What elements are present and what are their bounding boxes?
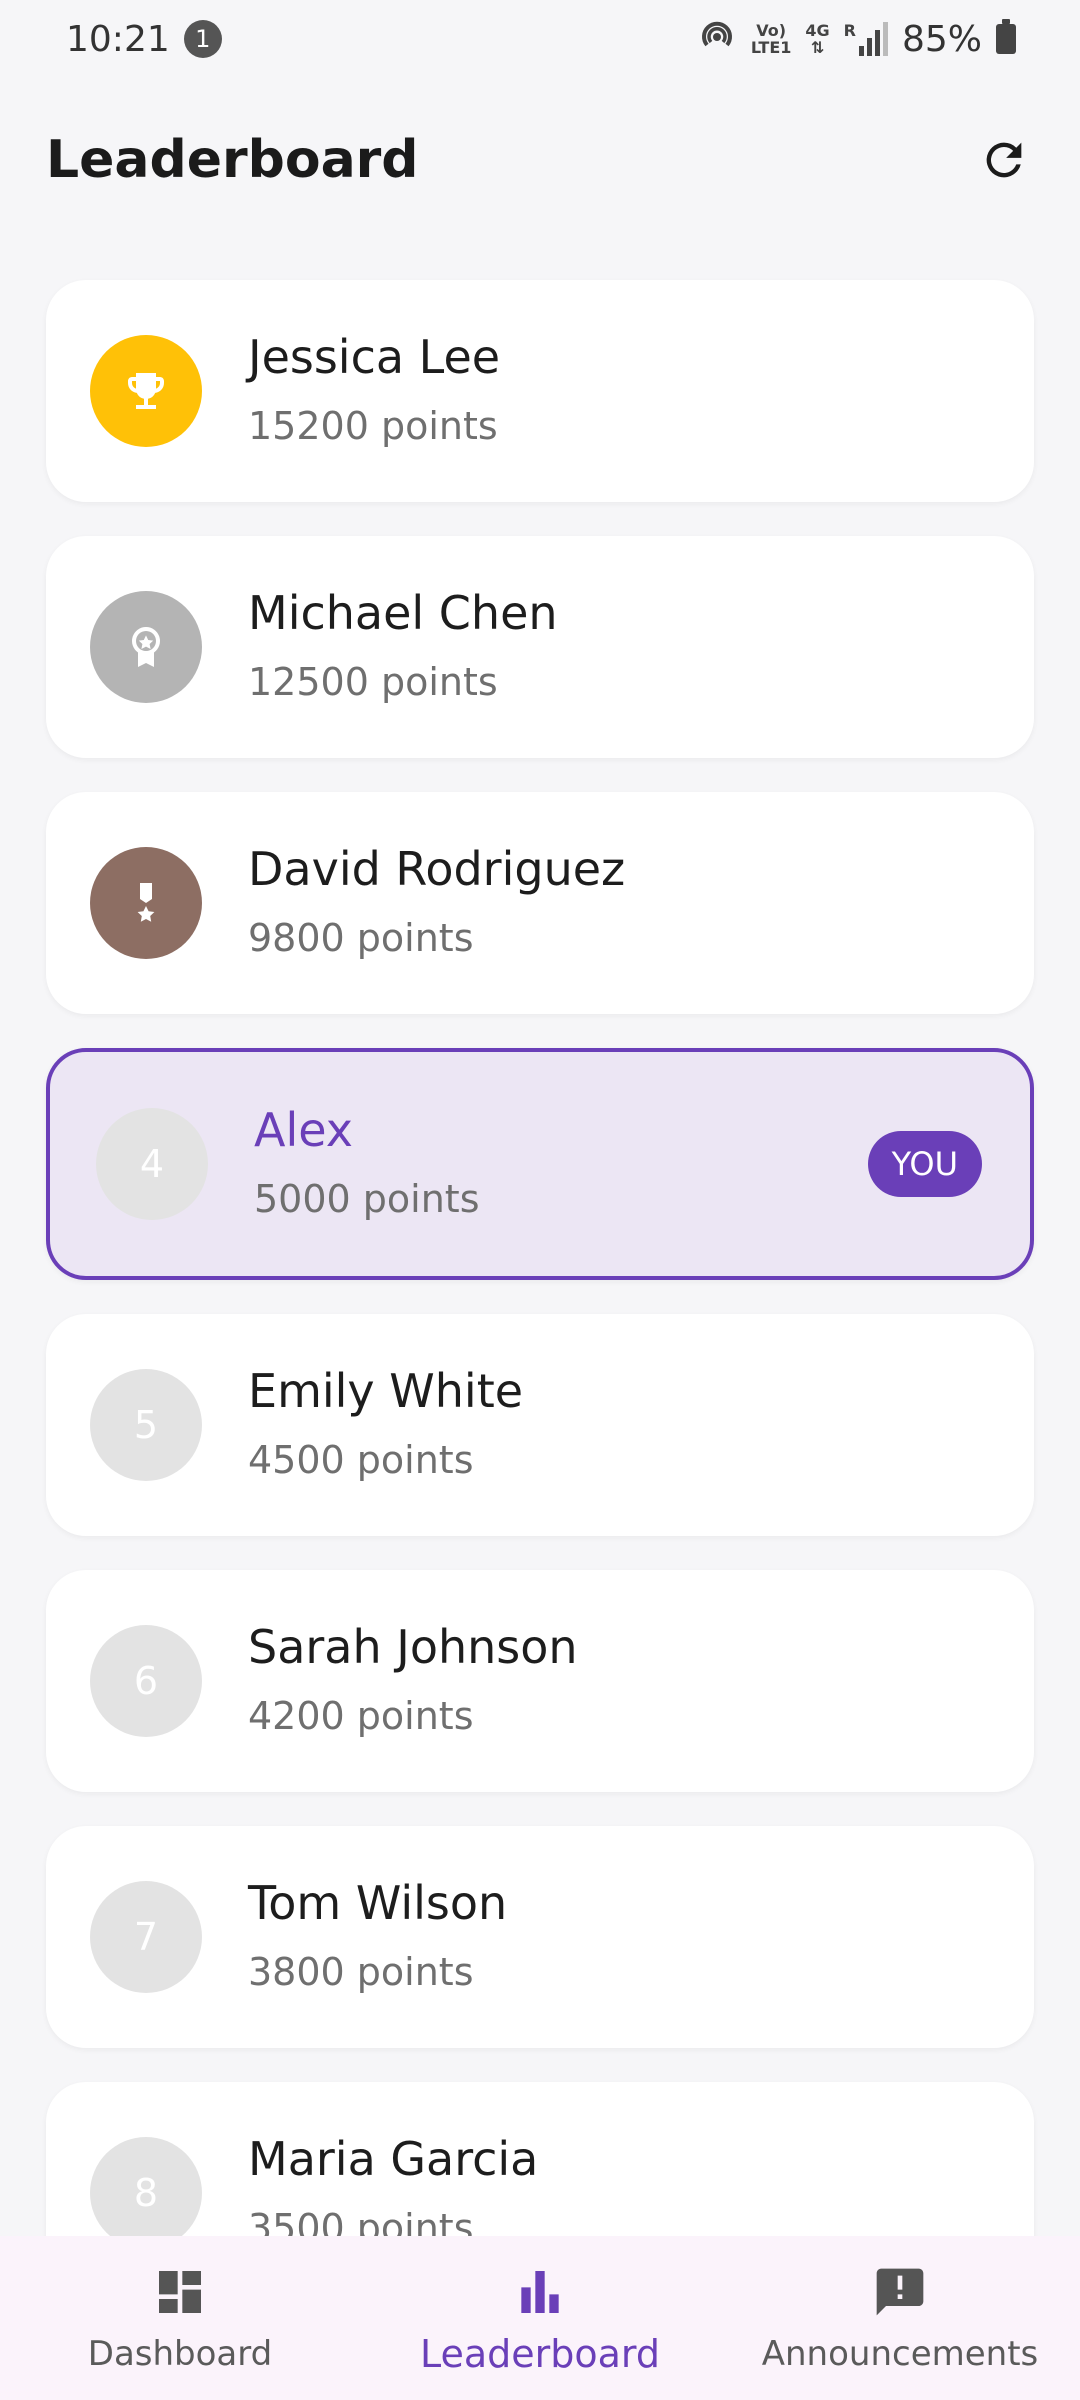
signal-icon: R (844, 22, 888, 56)
battery-percent: 85% (901, 18, 982, 60)
bottom-navigation: Dashboard Leaderboard Announcements (0, 2236, 1080, 2400)
volte-indicator: Vo) LTE1 (751, 22, 792, 56)
player-points: 15200 points (248, 404, 498, 448)
player-name: David Rodriguez (248, 842, 626, 896)
network-type: 4G (805, 21, 830, 40)
rank-badge: 6 (90, 1625, 202, 1737)
volte-bottom: LTE1 (750, 38, 792, 57)
leaderboard-row-current-user[interactable]: 4 Alex 5000 points YOU (46, 1048, 1034, 1280)
player-name: Sarah Johnson (248, 1620, 578, 1674)
rank-badge (90, 847, 202, 959)
rank-badge: 8 (90, 2137, 202, 2249)
rank-badge: 4 (96, 1108, 208, 1220)
leaderboard-row-6[interactable]: 6 Sarah Johnson 4200 points (46, 1570, 1034, 1792)
row-info: Emily White 4500 points (248, 1362, 523, 1488)
row-info: Michael Chen 12500 points (248, 584, 558, 710)
nav-label: Leaderboard (419, 2332, 661, 2376)
player-name: Jessica Lee (248, 330, 501, 384)
nav-dashboard[interactable]: Dashboard (0, 2236, 360, 2400)
rank-badge: 7 (90, 1881, 202, 1993)
roaming-label: R (843, 21, 856, 40)
nav-label: Announcements (761, 2334, 1039, 2374)
leaderboard-row-5[interactable]: 5 Emily White 4500 points (46, 1314, 1034, 1536)
player-points: 9800 points (248, 916, 474, 960)
status-left: 10:21 1 (66, 19, 222, 60)
app-bar: Leaderboard (0, 110, 1080, 210)
row-info: Sarah Johnson 4200 points (248, 1618, 578, 1744)
leaderboard-row-2[interactable]: Michael Chen 12500 points (46, 536, 1034, 758)
nav-label: Dashboard (87, 2334, 273, 2374)
you-badge: YOU (867, 1131, 982, 1197)
row-info: Tom Wilson 3800 points (248, 1874, 507, 2000)
trophy-icon (128, 373, 164, 409)
row-info: Alex 5000 points (254, 1101, 480, 1227)
player-name: Alex (254, 1103, 353, 1157)
notification-count-badge: 1 (183, 20, 222, 58)
page-title: Leaderboard (46, 130, 419, 190)
status-bar: 10:21 1 Vo) LTE1 4G ⇅ R 85% (0, 0, 1080, 78)
nav-announcements[interactable]: Announcements (720, 2236, 1080, 2400)
leaderboard-row-1[interactable]: Jessica Lee 15200 points (46, 280, 1034, 502)
dashboard-icon (159, 2271, 201, 2313)
player-name: Emily White (248, 1364, 524, 1418)
rank-badge (90, 591, 202, 703)
rank-badge (90, 335, 202, 447)
player-points: 4200 points (248, 1694, 474, 1738)
player-name: Michael Chen (248, 586, 558, 640)
leaderboard-list: Jessica Lee 15200 points Michael Chen 12… (46, 280, 1034, 2338)
nav-leaderboard[interactable]: Leaderboard (360, 2236, 720, 2400)
refresh-button[interactable] (972, 128, 1036, 192)
player-points: 12500 points (248, 660, 498, 704)
player-name: Maria Garcia (248, 2132, 539, 2186)
row-info: Jessica Lee 15200 points (248, 328, 500, 454)
award-ribbon-icon (132, 627, 160, 667)
clock: 10:21 (66, 18, 170, 60)
player-points: 5000 points (254, 1177, 480, 1221)
leaderboard-icon (521, 2271, 559, 2313)
leaderboard-row-7[interactable]: 7 Tom Wilson 3800 points (46, 1826, 1034, 2048)
military-medal-icon (137, 883, 155, 922)
network-type-indicator: 4G ⇅ (805, 21, 830, 57)
battery-icon (996, 19, 1016, 54)
rank-badge: 5 (90, 1369, 202, 1481)
announcement-icon (876, 2268, 924, 2316)
player-points: 4500 points (248, 1438, 474, 1482)
row-info: David Rodriguez 9800 points (248, 840, 625, 966)
status-right: Vo) LTE1 4G ⇅ R 85% (697, 15, 1016, 64)
player-points: 3800 points (248, 1950, 474, 1994)
hotspot-icon (697, 15, 737, 64)
refresh-icon (986, 142, 1022, 178)
leaderboard-row-3[interactable]: David Rodriguez 9800 points (46, 792, 1034, 1014)
player-name: Tom Wilson (248, 1876, 508, 1930)
